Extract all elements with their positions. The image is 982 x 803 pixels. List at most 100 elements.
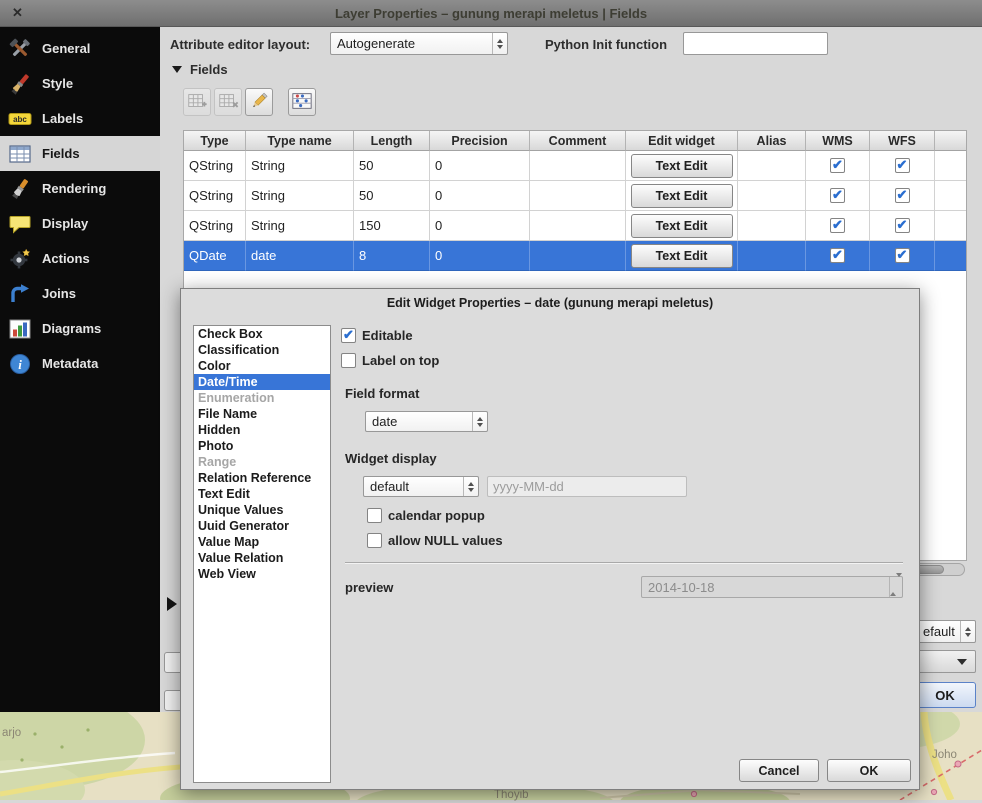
widget-type-item-selected[interactable]: Date/Time <box>194 374 330 390</box>
widget-type-item[interactable]: Classification <box>194 342 330 358</box>
partial-dropdown[interactable] <box>916 650 976 673</box>
widget-type-item[interactable]: Check Box <box>194 326 330 342</box>
sidebar-item-label: General <box>42 41 90 56</box>
cell-comment[interactable] <box>530 241 626 271</box>
editable-checkbox[interactable] <box>341 328 356 343</box>
wfs-checkbox[interactable] <box>895 218 910 233</box>
widget-type-item[interactable]: Hidden <box>194 422 330 438</box>
sidebar-item-joins[interactable]: Joins <box>0 276 160 311</box>
label-on-top-checkbox[interactable] <box>341 353 356 368</box>
widget-type-item[interactable]: Color <box>194 358 330 374</box>
window-titlebar[interactable]: ✕ Layer Properties – gunung merapi melet… <box>0 0 982 27</box>
svg-text:i: i <box>18 357 22 372</box>
cell-type: QString <box>184 151 246 181</box>
cell-comment[interactable] <box>530 211 626 241</box>
sidebar-item-display[interactable]: Display <box>0 206 160 241</box>
table-header-row: Type Type name Length Precision Comment … <box>184 131 966 151</box>
cell-alias[interactable] <box>738 211 806 241</box>
cell-alias[interactable] <box>738 151 806 181</box>
column-header[interactable]: Precision <box>430 131 530 151</box>
cell-type-name: String <box>246 211 354 241</box>
python-init-input[interactable] <box>683 32 828 55</box>
column-header[interactable]: Edit widget <box>626 131 738 151</box>
column-header[interactable]: Length <box>354 131 430 151</box>
allow-null-checkbox-row: allow NULL values <box>367 533 503 548</box>
fields-collapse-arrow-icon[interactable] <box>172 66 182 73</box>
cancel-button[interactable]: Cancel <box>739 759 819 782</box>
cell-length: 8 <box>354 241 430 271</box>
sidebar-item-style[interactable]: Style <box>0 66 160 101</box>
text-edit-widget-button[interactable]: Text Edit <box>631 154 733 178</box>
column-header[interactable]: Comment <box>530 131 626 151</box>
cell-alias[interactable] <box>738 181 806 211</box>
layer-properties-ok-button[interactable]: OK <box>914 682 976 708</box>
wms-checkbox[interactable] <box>830 218 845 233</box>
wms-checkbox[interactable] <box>830 248 845 263</box>
text-edit-widget-button[interactable]: Text Edit <box>631 244 733 268</box>
cell-alias[interactable] <box>738 241 806 271</box>
wfs-checkbox[interactable] <box>895 188 910 203</box>
sidebar-item-general[interactable]: General <box>0 31 160 66</box>
partial-default-combo[interactable]: efault <box>916 620 976 643</box>
wfs-checkbox[interactable] <box>895 158 910 173</box>
cell-comment[interactable] <box>530 181 626 211</box>
wms-checkbox[interactable] <box>830 158 845 173</box>
calendar-popup-checkbox[interactable] <box>367 508 382 523</box>
field-format-label: Field format <box>345 386 419 401</box>
sidebar-item-fields[interactable]: Fields <box>0 136 160 171</box>
table-row[interactable]: QString String 50 0 Text Edit <box>184 151 966 181</box>
wfs-checkbox[interactable] <box>895 248 910 263</box>
text-edit-widget-button[interactable]: Text Edit <box>631 214 733 238</box>
sidebar-expand-arrow-icon[interactable] <box>167 597 177 611</box>
widget-type-item[interactable]: Relation Reference <box>194 470 330 486</box>
sidebar-item-label: Metadata <box>42 356 98 371</box>
column-header[interactable]: Alias <box>738 131 806 151</box>
add-column-button <box>183 88 211 116</box>
widget-type-item[interactable]: Value Relation <box>194 550 330 566</box>
sidebar-item-label: Display <box>42 216 88 231</box>
preview-label: preview <box>345 580 393 595</box>
wms-checkbox[interactable] <box>830 188 845 203</box>
column-header[interactable]: WMS <box>806 131 870 151</box>
spinner-arrows-icon <box>889 577 902 597</box>
allow-null-checkbox[interactable] <box>367 533 382 548</box>
gear-icon <box>8 247 32 271</box>
tools-icon <box>8 37 32 61</box>
cell-length: 50 <box>354 181 430 211</box>
ok-button[interactable]: OK <box>827 759 911 782</box>
table-row-selected[interactable]: QDate date 8 0 Text Edit <box>184 241 966 271</box>
sidebar-item-rendering[interactable]: Rendering <box>0 171 160 206</box>
text-edit-widget-button[interactable]: Text Edit <box>631 184 733 208</box>
table-row[interactable]: QString String 50 0 Text Edit <box>184 181 966 211</box>
cell-comment[interactable] <box>530 151 626 181</box>
widget-type-item[interactable]: Web View <box>194 566 330 582</box>
sidebar-item-diagrams[interactable]: Diagrams <box>0 311 160 346</box>
column-header[interactable]: Type <box>184 131 246 151</box>
sidebar-item-metadata[interactable]: i Metadata <box>0 346 160 381</box>
sidebar-item-actions[interactable]: Actions <box>0 241 160 276</box>
widget-display-combo[interactable]: default <box>363 476 479 497</box>
calendar-popup-checkbox-row: calendar popup <box>367 508 485 523</box>
field-format-combo[interactable]: date <box>365 411 488 432</box>
widget-type-list[interactable]: Check Box Classification Color Date/Time… <box>193 325 331 783</box>
editable-label: Editable <box>362 328 413 343</box>
widget-type-item[interactable]: Value Map <box>194 534 330 550</box>
sidebar-item-label: Actions <box>42 251 90 266</box>
field-calculator-button[interactable] <box>288 88 316 116</box>
table-row[interactable]: QString String 150 0 Text Edit <box>184 211 966 241</box>
combo-arrows-icon <box>472 412 487 431</box>
widget-type-item[interactable]: Text Edit <box>194 486 330 502</box>
properties-sidebar: General Style abc Labels Fields Renderin… <box>0 27 160 712</box>
attribute-editor-layout-combo[interactable]: Autogenerate <box>330 32 508 55</box>
edit-widget-properties-dialog: Edit Widget Properties – date (gunung me… <box>180 288 920 790</box>
sidebar-item-label: Labels <box>42 111 83 126</box>
column-header[interactable]: Type name <box>246 131 354 151</box>
widget-type-item[interactable]: Unique Values <box>194 502 330 518</box>
widget-type-item[interactable]: Uuid Generator <box>194 518 330 534</box>
column-header[interactable]: WFS <box>870 131 935 151</box>
widget-type-item[interactable]: File Name <box>194 406 330 422</box>
sidebar-item-labels[interactable]: abc Labels <box>0 101 160 136</box>
toggle-editing-button[interactable] <box>245 88 273 116</box>
widget-type-item[interactable]: Photo <box>194 438 330 454</box>
add-column-icon <box>186 90 208 115</box>
